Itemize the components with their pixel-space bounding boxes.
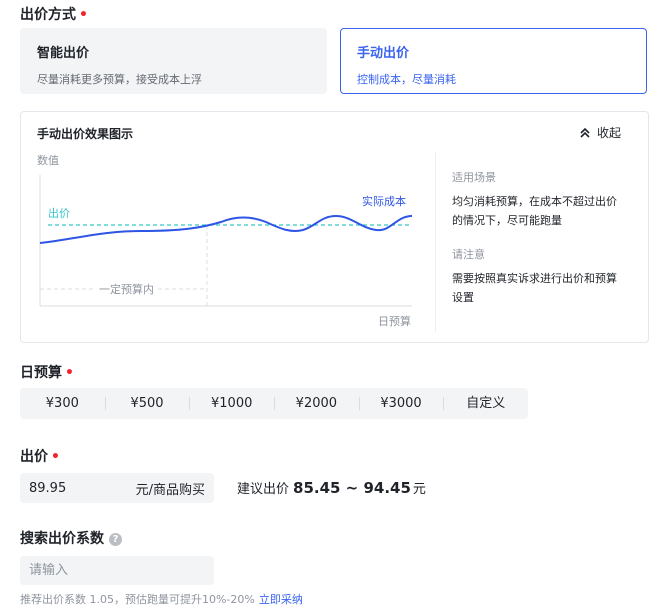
manual-bid-card[interactable]: 手动出价 控制成本，尽量消耗 xyxy=(340,28,647,94)
actual-cost-curve xyxy=(39,214,413,244)
adopt-link[interactable]: 立即采纳 xyxy=(259,593,303,606)
bid-unit: 元/商品购买 xyxy=(135,482,205,498)
smart-bid-card[interactable]: 智能出价 尽量消耗更多预算，接受成本上浮 xyxy=(20,28,327,94)
actual-cost-label: 实际成本 xyxy=(362,194,406,208)
suggested-bid: 建议出价 85.45 ~ 94.45 元 xyxy=(237,478,426,497)
collapse-toggle[interactable]: 收起 xyxy=(579,124,621,141)
budget-title: 日预算 • xyxy=(20,365,74,381)
smart-bid-desc: 尽量消耗更多预算，接受成本上浮 xyxy=(37,73,202,86)
y-axis-label: 数值 xyxy=(37,154,59,167)
collapse-label: 收起 xyxy=(596,126,621,140)
budget-option-500[interactable]: ¥500 xyxy=(104,388,190,419)
required-mark: • xyxy=(51,449,60,465)
bid-method-title: 出价方式 • xyxy=(20,7,88,23)
suggest-prefix: 建议出价 xyxy=(237,482,290,497)
note-heading: 请注意 xyxy=(452,248,485,261)
bid-line-label: 出价 xyxy=(48,206,70,220)
required-mark: • xyxy=(79,7,88,23)
scenario-text: 均匀消耗预算，在成本不超过出价的情况下，尽可能跑量 xyxy=(452,195,617,227)
budget-option-3000[interactable]: ¥3000 xyxy=(358,388,444,419)
coefficient-title: 搜索出价系数? xyxy=(20,528,122,548)
budget-area-label: 一定预算内 xyxy=(99,282,154,296)
note-text: 需要按照真实诉求进行出价和预算设置 xyxy=(452,272,617,304)
effect-panel: 数值 出价 实际成本 一定预算内 日预算 手动出价效果图示 收起 适用场景 均匀… xyxy=(20,111,649,343)
suggest-unit: 元 xyxy=(412,482,426,497)
panel-divider xyxy=(435,152,436,332)
budget-option-2000[interactable]: ¥2000 xyxy=(274,388,359,419)
scenario-heading: 适用场景 xyxy=(452,171,496,184)
x-axis-label: 日预算 xyxy=(378,314,411,328)
budget-selector: ¥300 ¥500 ¥1000 ¥2000 ¥3000 自定义 xyxy=(20,388,528,419)
coefficient-input[interactable] xyxy=(20,556,214,585)
bid-input[interactable]: 89.95 元/商品购买 xyxy=(20,473,214,503)
note-tip: 请注意 需要按照真实诉求进行出价和预算设置 xyxy=(452,246,627,307)
effect-panel-title: 手动出价效果图示 xyxy=(37,127,134,141)
help-icon[interactable]: ? xyxy=(109,533,122,546)
coefficient-hint: 推荐出价系数 1.05，预估跑量可提升10%-20% 立即采纳 xyxy=(20,591,303,607)
double-chevron-up-icon xyxy=(580,127,590,138)
scenario-tip: 适用场景 均匀消耗预算，在成本不超过出价的情况下，尽可能跑量 xyxy=(452,169,627,230)
manual-bid-desc: 控制成本，尽量消耗 xyxy=(357,73,456,86)
hint-text: 推荐出价系数 1.05，预估跑量可提升10%-20% xyxy=(20,593,255,606)
bid-value[interactable]: 89.95 xyxy=(29,481,136,496)
bid-title: 出价 • xyxy=(20,449,60,465)
manual-bid-title: 手动出价 xyxy=(357,46,410,61)
budget-option-300[interactable]: ¥300 xyxy=(20,388,105,419)
budget-option-custom[interactable]: 自定义 xyxy=(443,388,528,419)
budget-option-1000[interactable]: ¥1000 xyxy=(189,388,274,419)
suggest-range: 85.45 ~ 94.45 xyxy=(293,479,411,497)
smart-bid-title: 智能出价 xyxy=(37,46,90,61)
required-mark: • xyxy=(65,365,74,381)
